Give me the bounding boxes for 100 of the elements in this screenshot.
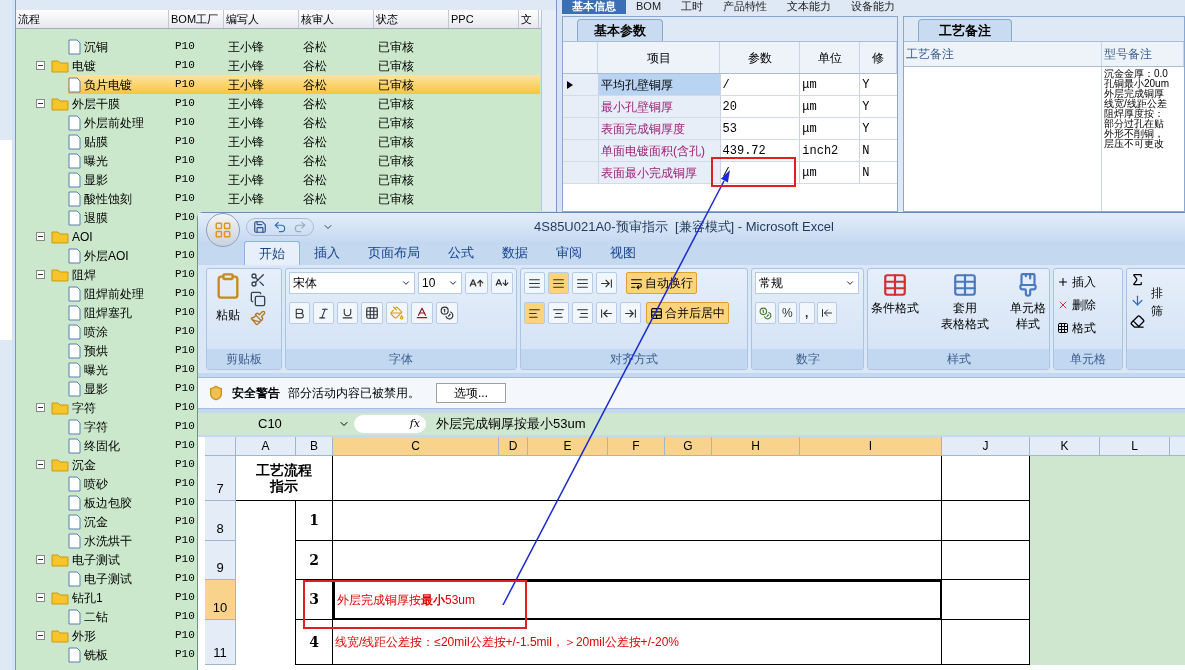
font-size-field[interactable]: 10 [418, 272, 462, 294]
tree-row[interactable]: 板边包胶 P10 [68, 493, 195, 512]
undo-icon[interactable] [273, 220, 287, 234]
tab[interactable]: BOM [626, 0, 672, 14]
grow-font-button[interactable] [465, 272, 488, 294]
tree-row[interactable]: 铣板 P10 [68, 645, 195, 664]
style-button[interactable]: 单元格 样式 [1010, 272, 1046, 332]
align-bottom-button[interactable] [572, 272, 593, 294]
collapse-icon[interactable] [36, 232, 45, 241]
row-header[interactable]: 7 [205, 456, 236, 501]
collapse-icon[interactable] [36, 631, 45, 640]
tab[interactable]: 工时 [671, 0, 714, 14]
column-header[interactable]: J [942, 437, 1030, 455]
tab[interactable]: 产品特性 [713, 0, 778, 14]
font-name-field[interactable]: 宋体 [289, 272, 415, 294]
ribbon-tab[interactable]: 公式 [434, 241, 488, 265]
column-header[interactable]: 项目 [598, 42, 720, 73]
tree-row[interactable]: 字符 P10 [51, 398, 195, 417]
column-header[interactable]: H [712, 437, 800, 455]
tree-row[interactable]: 水洗烘干 P10 [68, 531, 195, 550]
column-header[interactable]: 型号备注 [1102, 42, 1184, 66]
tree-row[interactable]: 显影 P10 [68, 379, 195, 398]
copy-icon[interactable] [250, 291, 266, 307]
column-header[interactable]: D [499, 437, 528, 455]
style-button[interactable]: 套用 表格格式 [940, 272, 989, 332]
ribbon-tab[interactable]: 开始 [244, 241, 300, 265]
column-header[interactable]: BOM工厂 [169, 10, 224, 28]
tree-row[interactable]: 阻焊塞孔 P10 [68, 303, 195, 322]
tree-row[interactable]: 喷砂 P10 [68, 474, 195, 493]
row-header[interactable]: 8 [205, 501, 236, 541]
shrink-font-button[interactable] [491, 272, 513, 294]
tree-row[interactable]: 终固化 P10 [68, 436, 195, 455]
comma-button[interactable]: , [798, 302, 815, 324]
options-button[interactable]: 选项... [436, 383, 506, 403]
row-header[interactable]: 10 [205, 580, 236, 620]
tree-row[interactable]: AOI P10 [51, 227, 195, 246]
fill-icon[interactable] [1130, 293, 1145, 308]
tree-row[interactable]: 曝光 P10 [68, 360, 195, 379]
tree-row[interactable]: 曝光 P10 王小锋 谷松 已审核 [68, 151, 540, 170]
column-header[interactable]: 单位 [800, 42, 860, 73]
filter-label[interactable]: 筛 [1151, 302, 1163, 320]
cells-button[interactable]: 插入 [1057, 272, 1096, 292]
column-header[interactable]: 编写人 [224, 10, 299, 28]
bold-button[interactable] [289, 302, 310, 324]
tree-row[interactable]: 显影 P10 王小锋 谷松 已审核 [68, 170, 540, 189]
column-header[interactable]: G [665, 437, 712, 455]
number-format-field[interactable]: 常规 [755, 272, 859, 294]
align-left-button[interactable] [524, 302, 545, 324]
tab[interactable]: 基本参数 [577, 19, 663, 41]
ribbon-tab[interactable]: 视图 [596, 241, 650, 265]
tree-row[interactable]: 外层前处理 P10 王小锋 谷松 已审核 [68, 113, 540, 132]
formula-field[interactable]: 外层完成铜厚按最小53um [436, 414, 1185, 434]
sort-label[interactable]: 排 [1151, 284, 1163, 302]
align-right-button[interactable] [572, 302, 593, 324]
tree-row[interactable]: 外层AOI P10 [68, 246, 195, 265]
column-header[interactable]: 流程 [16, 10, 169, 28]
ribbon-tab[interactable]: 审阅 [542, 241, 596, 265]
tree-row[interactable]: 外层干膜 P10 王小锋 谷松 已审核 [51, 94, 540, 113]
underline-button[interactable] [337, 302, 358, 324]
percent-button[interactable]: % [778, 302, 797, 324]
collapse-icon[interactable] [36, 555, 45, 564]
tree-row[interactable]: 沉铜 P10 王小锋 谷松 已审核 [68, 37, 540, 56]
align-center-button[interactable] [548, 302, 569, 324]
tab[interactable]: 基本信息 [562, 0, 626, 14]
tree-row[interactable]: 二钻 P10 [68, 607, 195, 626]
scrollbar[interactable] [541, 10, 556, 211]
tree-row[interactable]: 阻焊 P10 [51, 265, 195, 284]
tree-row[interactable]: 电子测试 P10 [51, 550, 195, 569]
column-header[interactable]: E [528, 437, 608, 455]
cells-button[interactable]: 删除 [1057, 295, 1096, 315]
tab[interactable]: 文本能力 [777, 0, 842, 14]
column-header[interactable]: K [1030, 437, 1100, 455]
tree-row[interactable]: 预烘 P10 [68, 341, 195, 360]
column-header[interactable]: A [236, 437, 296, 455]
ribbon-tab[interactable]: 页面布局 [354, 241, 434, 265]
column-header[interactable]: 文 [519, 10, 539, 28]
tab[interactable]: 设备能力 [841, 0, 906, 14]
fill-color-button[interactable] [386, 302, 408, 324]
tree-row[interactable]: 电镀 P10 王小锋 谷松 已审核 [51, 56, 540, 75]
borders-button[interactable] [361, 302, 383, 324]
column-header[interactable]: 状态 [374, 10, 449, 28]
orientation-button[interactable] [596, 272, 617, 294]
column-header[interactable]: 修 [860, 42, 897, 73]
font-color-button[interactable] [411, 302, 433, 324]
collapse-icon[interactable] [36, 593, 45, 602]
cells-button[interactable]: 格式 [1057, 318, 1096, 338]
cut-icon[interactable] [250, 272, 266, 288]
eraser-icon[interactable] [1130, 314, 1145, 329]
tree-row[interactable]: 喷涂 P10 [68, 322, 195, 341]
currency-button[interactable] [755, 302, 776, 324]
row-header[interactable]: 9 [205, 541, 236, 580]
column-header[interactable]: 核审人 [299, 10, 374, 28]
row-header[interactable]: 11 [205, 620, 236, 665]
column-header[interactable]: F [608, 437, 665, 455]
sum-icon[interactable] [1130, 272, 1145, 287]
style-button[interactable]: 条件格式 [871, 272, 919, 332]
column-header[interactable]: C [333, 437, 499, 455]
collapse-icon[interactable] [36, 460, 45, 469]
tree-row[interactable]: 电子测试 P10 [68, 569, 195, 588]
tree-row[interactable]: 沉金 P10 [51, 455, 195, 474]
